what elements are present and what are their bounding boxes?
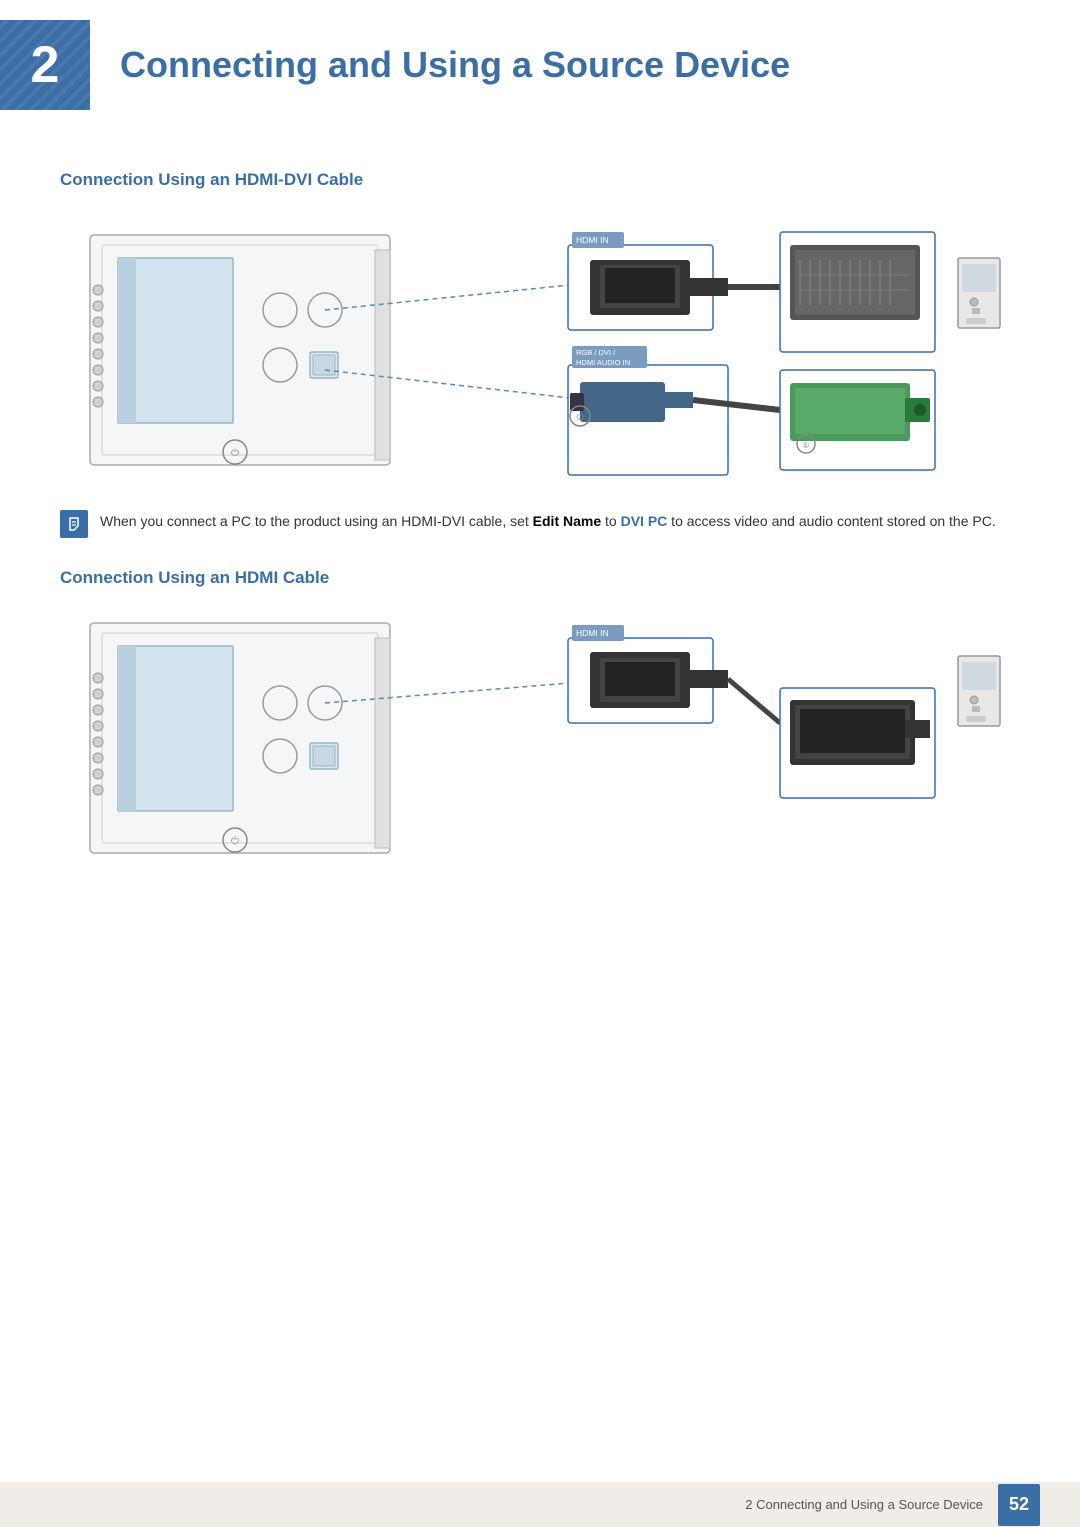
section2-heading: Connection Using an HDMI Cable xyxy=(60,568,1020,588)
footer-page-number: 52 xyxy=(998,1484,1040,1526)
page-header: 2 Connecting and Using a Source Device xyxy=(0,0,1080,140)
footer-chapter-text: 2 Connecting and Using a Source Device xyxy=(745,1497,983,1512)
svg-text:HDMI IN: HDMI IN xyxy=(576,235,609,245)
hdmi-dvi-svg: ⏻ HDMI IN RGB / DVI / HDMI AUDIO IN ⏻ xyxy=(60,210,1020,490)
chapter-number: 2 xyxy=(31,35,60,95)
hdmi-svg: ⏻ HDMI IN xyxy=(60,608,1020,868)
hdmi-dvi-diagram: ⏻ HDMI IN RGB / DVI / HDMI AUDIO IN ⏻ xyxy=(60,210,1020,490)
svg-text:⏻: ⏻ xyxy=(576,412,583,422)
svg-text:HDMI AUDIO IN: HDMI AUDIO IN xyxy=(576,358,630,367)
note-text: When you connect a PC to the product usi… xyxy=(100,510,996,532)
chapter-title: Connecting and Using a Source Device xyxy=(120,44,790,86)
svg-text:HDMI IN: HDMI IN xyxy=(576,628,609,638)
svg-text:①: ① xyxy=(802,441,809,450)
svg-text:⏻: ⏻ xyxy=(231,836,239,847)
section1-heading: Connection Using an HDMI-DVI Cable xyxy=(60,170,1020,190)
note-icon xyxy=(60,510,88,538)
svg-text:⏻: ⏻ xyxy=(231,448,239,459)
svg-text:RGB / DVI /: RGB / DVI / xyxy=(576,348,616,357)
chapter-number-block: 2 xyxy=(0,20,90,110)
note-box: When you connect a PC to the product usi… xyxy=(60,510,1020,538)
hdmi-diagram: ⏻ HDMI IN xyxy=(60,608,1020,868)
page-footer: 2 Connecting and Using a Source Device 5… xyxy=(0,1482,1080,1527)
